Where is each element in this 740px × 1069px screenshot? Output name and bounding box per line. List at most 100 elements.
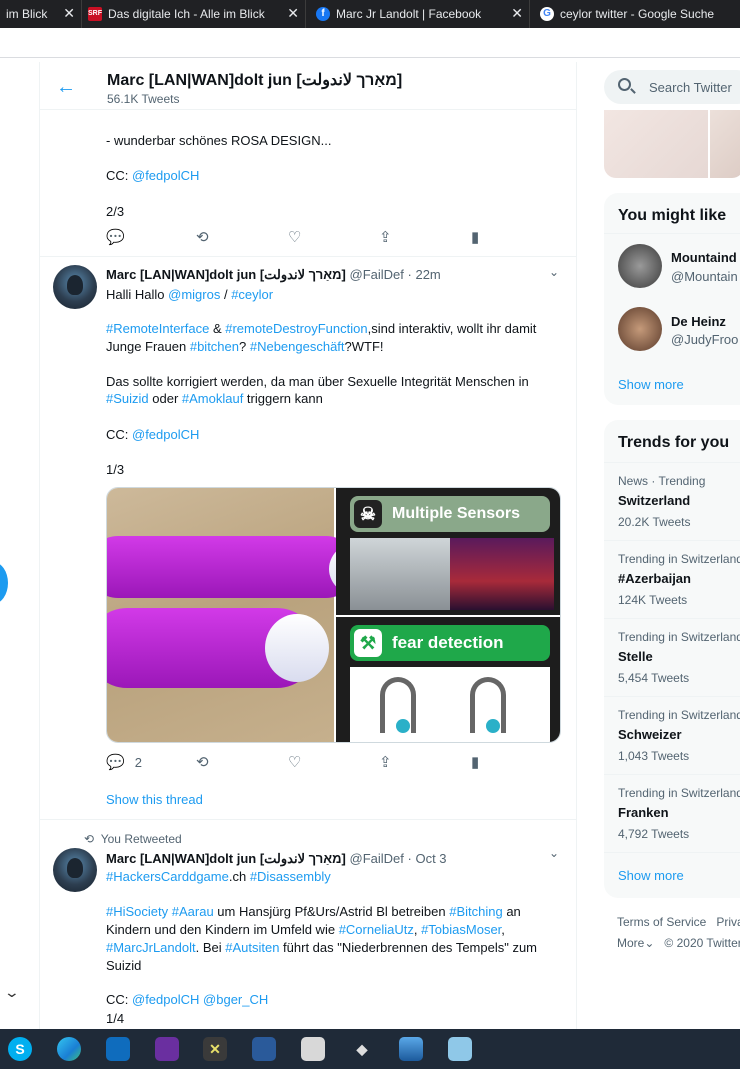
outlook-icon[interactable] bbox=[106, 1037, 130, 1061]
hashtag-link[interactable]: #remoteDestroyFunction bbox=[225, 321, 367, 336]
close-tab-icon[interactable]: ✕ bbox=[511, 5, 523, 22]
trend-item[interactable]: Trending in Switzerland #Azerbaijan 124K… bbox=[604, 540, 740, 618]
privacy-link[interactable]: Privacy bbox=[716, 915, 740, 929]
hashtag-link[interactable]: #Bitching bbox=[449, 904, 502, 919]
avatar[interactable] bbox=[618, 244, 662, 288]
show-more-link[interactable]: Show more bbox=[618, 868, 684, 883]
browser-tab[interactable]: f Marc Jr Landolt | Facebook ✕ bbox=[306, 0, 530, 28]
media-thumbnails[interactable] bbox=[604, 110, 740, 178]
skype-icon[interactable]: S bbox=[8, 1037, 32, 1061]
trend-count: 5,454 Tweets bbox=[618, 671, 690, 685]
trend-context: Trending in Switzerland bbox=[618, 552, 740, 566]
hashtag-link[interactable]: #Aarau bbox=[172, 904, 214, 919]
show-thread-link[interactable]: Show this thread bbox=[106, 791, 203, 809]
hashtag-link[interactable]: #bitchen bbox=[190, 339, 239, 354]
media-fear-detection[interactable]: ⚒ fear detection bbox=[336, 617, 560, 742]
inkscape-icon[interactable]: ◆ bbox=[350, 1037, 374, 1061]
author-name[interactable]: Marc [LAN|WAN]dolt jun [מאַרך لاندولت] bbox=[106, 267, 346, 282]
mention-link[interactable]: @fedpolCH bbox=[132, 992, 199, 1007]
fear-banner: ⚒ fear detection bbox=[350, 625, 550, 661]
suggested-user-handle[interactable]: @Mountain bbox=[671, 269, 738, 284]
panel-title: You might like bbox=[618, 207, 727, 224]
hashtag-link[interactable]: #Suizid bbox=[106, 391, 149, 406]
mention-link[interactable]: @migros bbox=[168, 287, 220, 302]
timeline-right-border bbox=[576, 62, 577, 1029]
suggested-user-name[interactable]: De Heinz bbox=[671, 314, 726, 329]
vscode-icon[interactable] bbox=[252, 1037, 276, 1061]
trend-item[interactable]: Trending in Switzerland Franken 4,792 Tw… bbox=[604, 774, 740, 852]
tweet-time[interactable]: Oct 3 bbox=[415, 851, 446, 866]
media-multiple-sensors[interactable]: ☠ Multiple Sensors bbox=[336, 488, 560, 615]
like-icon[interactable]: ♡ bbox=[288, 228, 301, 246]
browser-tab[interactable]: SRF Das digitale Ich - Alle im Blick ✕ bbox=[82, 0, 306, 28]
pinkapp-icon[interactable] bbox=[155, 1037, 179, 1061]
terms-link[interactable]: Terms of Service bbox=[617, 915, 706, 929]
trend-item[interactable]: News · Trending Switzerland 20.2K Tweets bbox=[604, 462, 740, 540]
analytics-icon[interactable]: ▮ bbox=[471, 753, 479, 771]
search-icon bbox=[618, 78, 631, 91]
edge-icon[interactable] bbox=[57, 1037, 81, 1061]
hashtag-link[interactable]: #Autsiten bbox=[225, 940, 279, 955]
photos-icon[interactable] bbox=[399, 1037, 423, 1061]
mention-link[interactable]: @bger_CH bbox=[203, 992, 268, 1007]
share-icon[interactable]: ⇪ bbox=[379, 753, 392, 771]
share-icon[interactable]: ⇪ bbox=[379, 228, 392, 246]
reply-icon[interactable]: 💬 bbox=[106, 228, 125, 246]
trend-context: Trending in Switzerland bbox=[618, 630, 740, 644]
chevron-down-icon[interactable]: ⌄ bbox=[549, 846, 559, 860]
hashtag-link[interactable]: #HackersCarddgame bbox=[106, 869, 229, 884]
tweet-time[interactable]: 22m bbox=[415, 267, 440, 282]
suggested-user-handle[interactable]: @JudyFroo bbox=[671, 332, 738, 347]
media-photo-device[interactable] bbox=[107, 488, 399, 742]
author-handle[interactable]: @FailDef bbox=[350, 851, 404, 866]
chevron-down-icon[interactable]: ⌄ bbox=[644, 936, 654, 950]
tweet-text-line: - wunderbar schönes ROSA DESIGN... bbox=[106, 133, 332, 148]
hashtag-link[interactable]: #ceylor bbox=[231, 287, 273, 302]
retweet-context: ⟲ You Retweeted bbox=[84, 832, 182, 846]
hashtag-link[interactable]: #Nebengeschäft bbox=[250, 339, 345, 354]
piano-icon[interactable] bbox=[301, 1037, 325, 1061]
hashtag-link[interactable]: #MarcJrLandolt bbox=[106, 940, 196, 955]
trend-item[interactable]: Trending in Switzerland Schweizer 1,043 … bbox=[604, 696, 740, 774]
tweet-cc-line: CC: @fedpolCH bbox=[106, 427, 200, 442]
like-icon[interactable]: ♡ bbox=[288, 753, 301, 771]
hashtag-link[interactable]: #Disassembly bbox=[250, 869, 331, 884]
analytics-icon[interactable]: ▮ bbox=[471, 228, 479, 246]
profile-name: Marc [LAN|WAN]dolt jun [מאַרך لاندولت] bbox=[107, 72, 403, 89]
mention-link[interactable]: @fedpolCH bbox=[132, 427, 199, 442]
more-link[interactable]: More bbox=[617, 936, 644, 950]
suggested-user-name[interactable]: Mountaind bbox=[671, 250, 737, 265]
retweet-icon[interactable]: ⟲ bbox=[196, 753, 209, 771]
hashtag-link[interactable]: #TobiasMoser bbox=[421, 922, 501, 937]
thumbnail-image[interactable] bbox=[710, 110, 740, 178]
hashtag-link[interactable]: #RemoteInterface bbox=[106, 321, 209, 336]
chevron-down-icon[interactable]: ⌄ bbox=[549, 265, 559, 279]
tab-title: Das digitale Ich - Alle im Blick bbox=[108, 7, 265, 21]
xcross-icon[interactable]: ✕ bbox=[203, 1037, 227, 1061]
back-arrow-icon[interactable]: ← bbox=[56, 76, 76, 99]
hashtag-link[interactable]: #Amoklauf bbox=[182, 391, 243, 406]
trend-item[interactable]: Trending in Switzerland Stelle 5,454 Twe… bbox=[604, 618, 740, 696]
author-name[interactable]: Marc [LAN|WAN]dolt jun [מאַרך لاندولت] bbox=[106, 851, 346, 866]
browser-tab[interactable]: G ceylor twitter - Google Suche bbox=[530, 0, 740, 28]
chevron-down-icon[interactable]: ⌄ bbox=[4, 984, 20, 1001]
avatar[interactable] bbox=[53, 265, 97, 309]
compose-tweet-button[interactable] bbox=[0, 562, 8, 604]
retweet-icon[interactable]: ⟲ bbox=[196, 228, 209, 246]
close-tab-icon[interactable]: ✕ bbox=[63, 5, 75, 22]
close-tab-icon[interactable]: ✕ bbox=[287, 5, 299, 22]
reply-button[interactable]: 💬 2 bbox=[106, 753, 142, 771]
author-handle[interactable]: @FailDef bbox=[350, 267, 404, 282]
hashtag-link[interactable]: #CorneliaUtz bbox=[339, 922, 414, 937]
avatar[interactable] bbox=[53, 848, 97, 892]
search-input[interactable]: Search Twitter bbox=[604, 70, 740, 104]
tweet-text-line: #MarcJrLandolt. Bei #Autsiten führt das … bbox=[106, 940, 538, 955]
hammer-icon: ⚒ bbox=[354, 629, 382, 657]
show-more-link[interactable]: Show more bbox=[618, 377, 684, 392]
thumbnail-image[interactable] bbox=[604, 110, 708, 178]
notes-icon[interactable] bbox=[448, 1037, 472, 1061]
avatar[interactable] bbox=[618, 307, 662, 351]
browser-tab[interactable]: im Blick ✕ bbox=[0, 0, 82, 28]
mention-link[interactable]: @fedpolCH bbox=[132, 168, 199, 183]
hashtag-link[interactable]: #HiSociety bbox=[106, 904, 168, 919]
